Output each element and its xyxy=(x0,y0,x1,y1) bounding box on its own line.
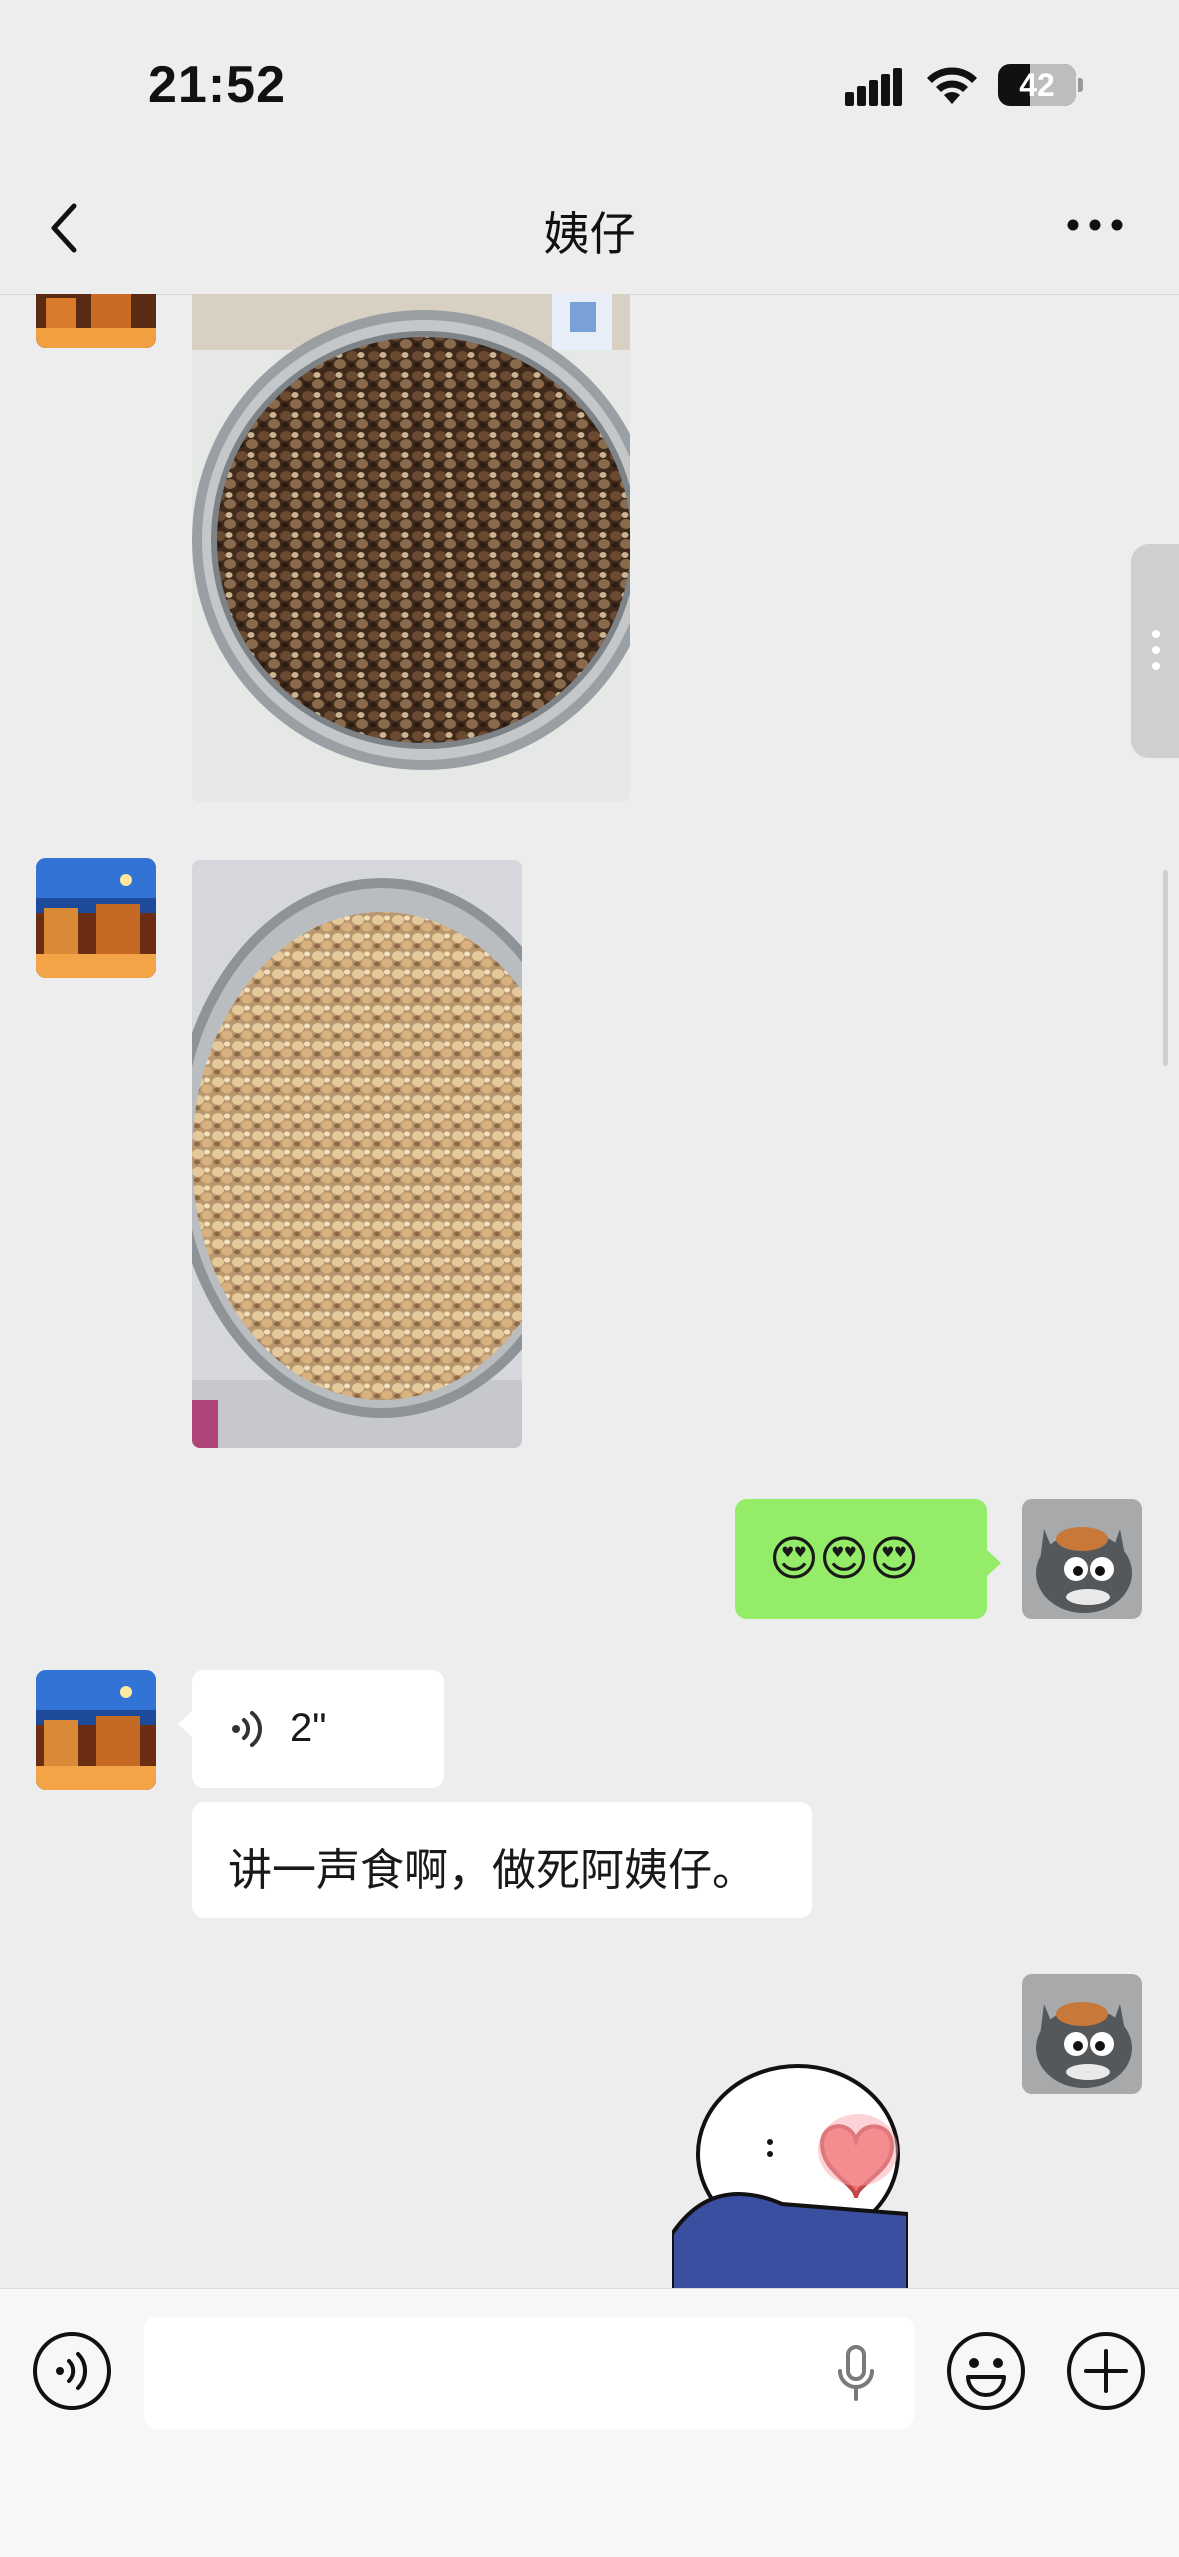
scroll-indicator[interactable] xyxy=(1163,870,1168,1066)
outgoing-text-bubble[interactable]: 😍😍😍 xyxy=(735,1499,1001,1619)
message-input[interactable] xyxy=(144,2317,914,2429)
contact-avatar[interactable] xyxy=(36,858,156,978)
contact-avatar[interactable] xyxy=(36,1670,156,1790)
add-more-icon[interactable] xyxy=(1066,2331,1146,2411)
status-bar: 21:52 42 xyxy=(0,0,1179,160)
voice-duration: 2" xyxy=(290,1706,327,1750)
status-time: 21:52 xyxy=(148,56,286,114)
message-input-bar xyxy=(0,2288,1179,2557)
chat-header: 姨仔 xyxy=(0,160,1179,295)
voice-message-bubble[interactable]: 2" xyxy=(178,1670,444,1788)
side-drawer-handle[interactable] xyxy=(1131,544,1179,758)
sticker-message[interactable] xyxy=(672,2064,908,2288)
wifi-icon xyxy=(927,67,977,104)
message-text: 😍😍😍 xyxy=(769,1533,920,1586)
more-options-icon[interactable] xyxy=(1060,205,1130,245)
message-text: 讲一声食啊，做死阿姨仔。 xyxy=(228,1846,756,1895)
incoming-text-bubble[interactable]: 讲一声食啊，做死阿姨仔。 xyxy=(192,1802,812,1918)
battery-icon: 42 xyxy=(998,64,1076,106)
message-list[interactable]: 😍😍😍 2" 讲一声食啊，做死阿姨仔。 xyxy=(0,294,1179,2288)
image-message[interactable] xyxy=(192,860,522,1448)
emoji-icon[interactable] xyxy=(946,2331,1026,2411)
my-avatar[interactable] xyxy=(1022,1499,1142,1619)
cellular-signal-icon xyxy=(845,68,902,106)
microphone-icon[interactable] xyxy=(836,2345,876,2401)
voice-input-toggle-icon[interactable] xyxy=(32,2331,112,2411)
voice-wave-icon xyxy=(232,1711,262,1747)
contact-avatar[interactable] xyxy=(36,294,156,348)
my-avatar[interactable] xyxy=(1022,1974,1142,2094)
chat-title: 姨仔 xyxy=(543,208,636,260)
battery-level: 42 xyxy=(1019,67,1055,103)
image-message[interactable] xyxy=(192,294,630,802)
